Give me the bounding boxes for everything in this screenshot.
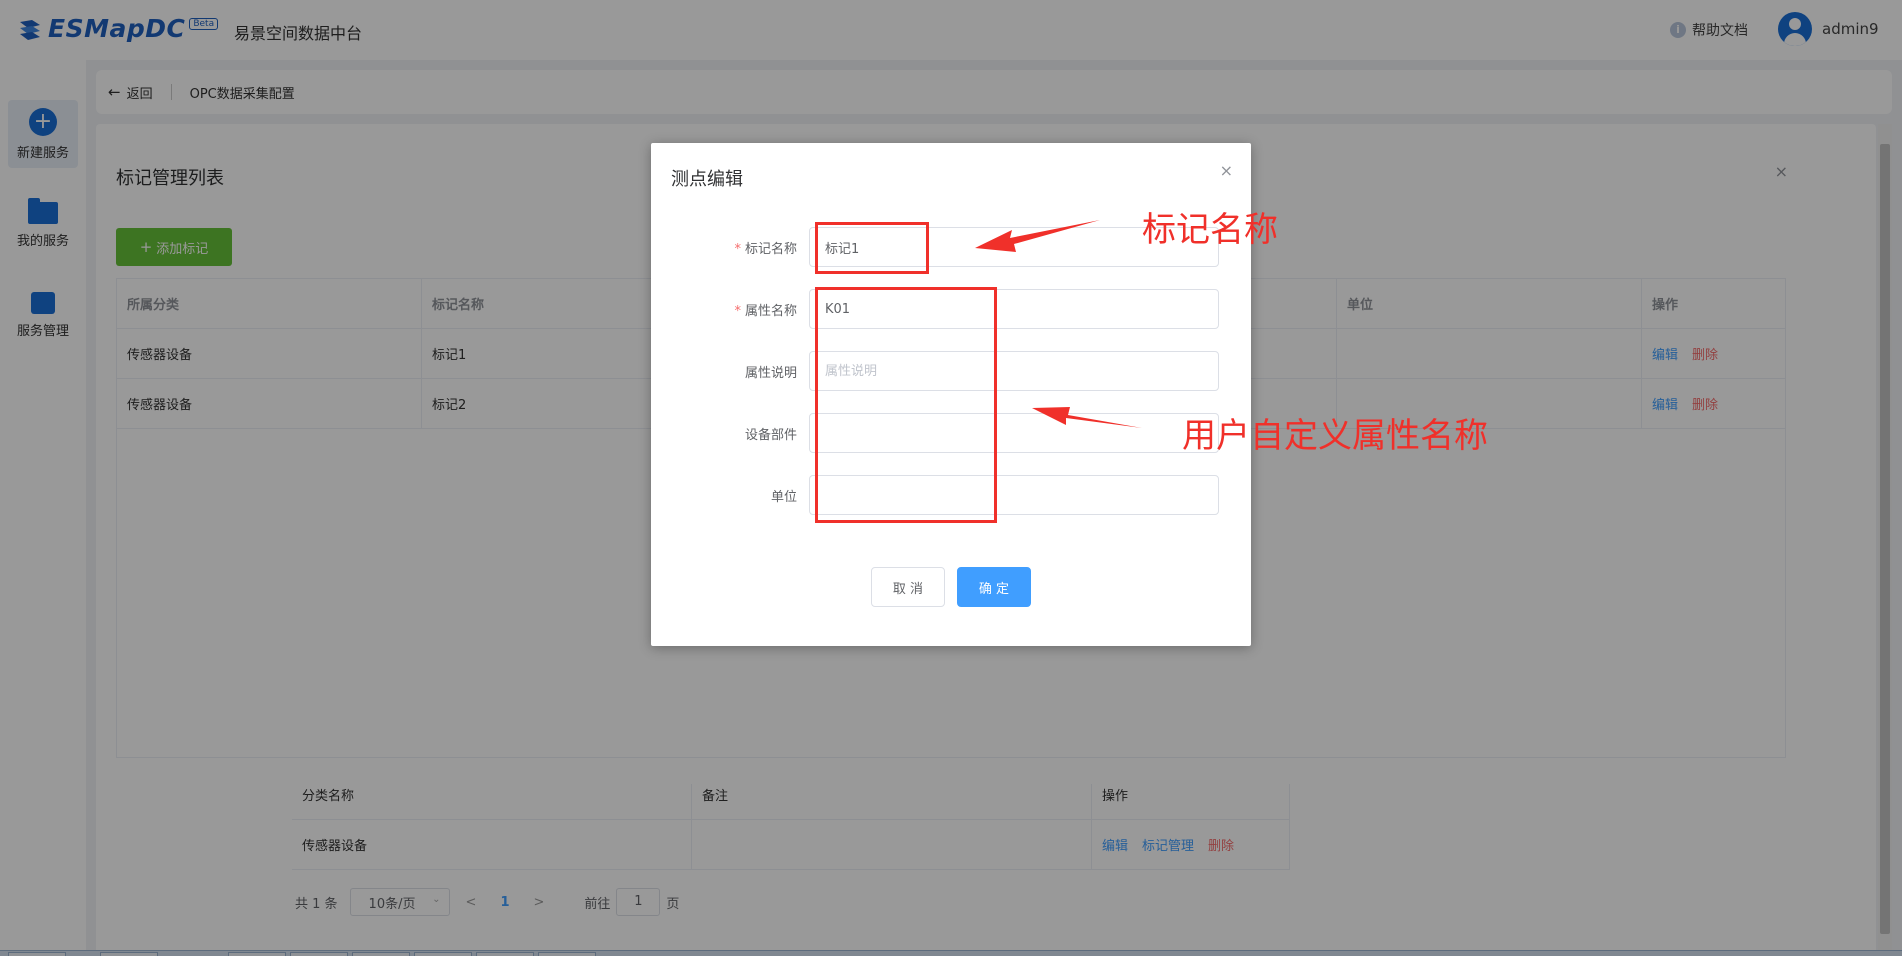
field-label: 单位 bbox=[770, 489, 797, 505]
close-icon[interactable]: × bbox=[1220, 161, 1233, 180]
cancel-button[interactable]: 取 消 bbox=[871, 567, 945, 607]
required-asterisk: * bbox=[734, 241, 741, 257]
dialog-footer: 取 消 确 定 bbox=[651, 567, 1251, 607]
field-label: 属性说明 bbox=[744, 365, 797, 381]
field-label: 设备部件 bbox=[744, 427, 797, 443]
annotation-label-1: 标记名称 bbox=[1142, 210, 1278, 250]
field-label-text: 标记名称 bbox=[744, 241, 797, 257]
dialog-title: 测点编辑 bbox=[671, 169, 743, 190]
annotation-box-mark-name bbox=[815, 222, 929, 274]
field-label: * 标记名称 bbox=[651, 238, 809, 257]
annotation-box-attributes bbox=[815, 287, 997, 523]
field-label: * 属性名称 bbox=[651, 300, 809, 319]
field-label-text: 属性名称 bbox=[744, 303, 797, 319]
confirm-button[interactable]: 确 定 bbox=[957, 567, 1031, 607]
annotation-label-2: 用户自定义属性名称 bbox=[1182, 416, 1488, 456]
required-asterisk: * bbox=[734, 303, 741, 319]
